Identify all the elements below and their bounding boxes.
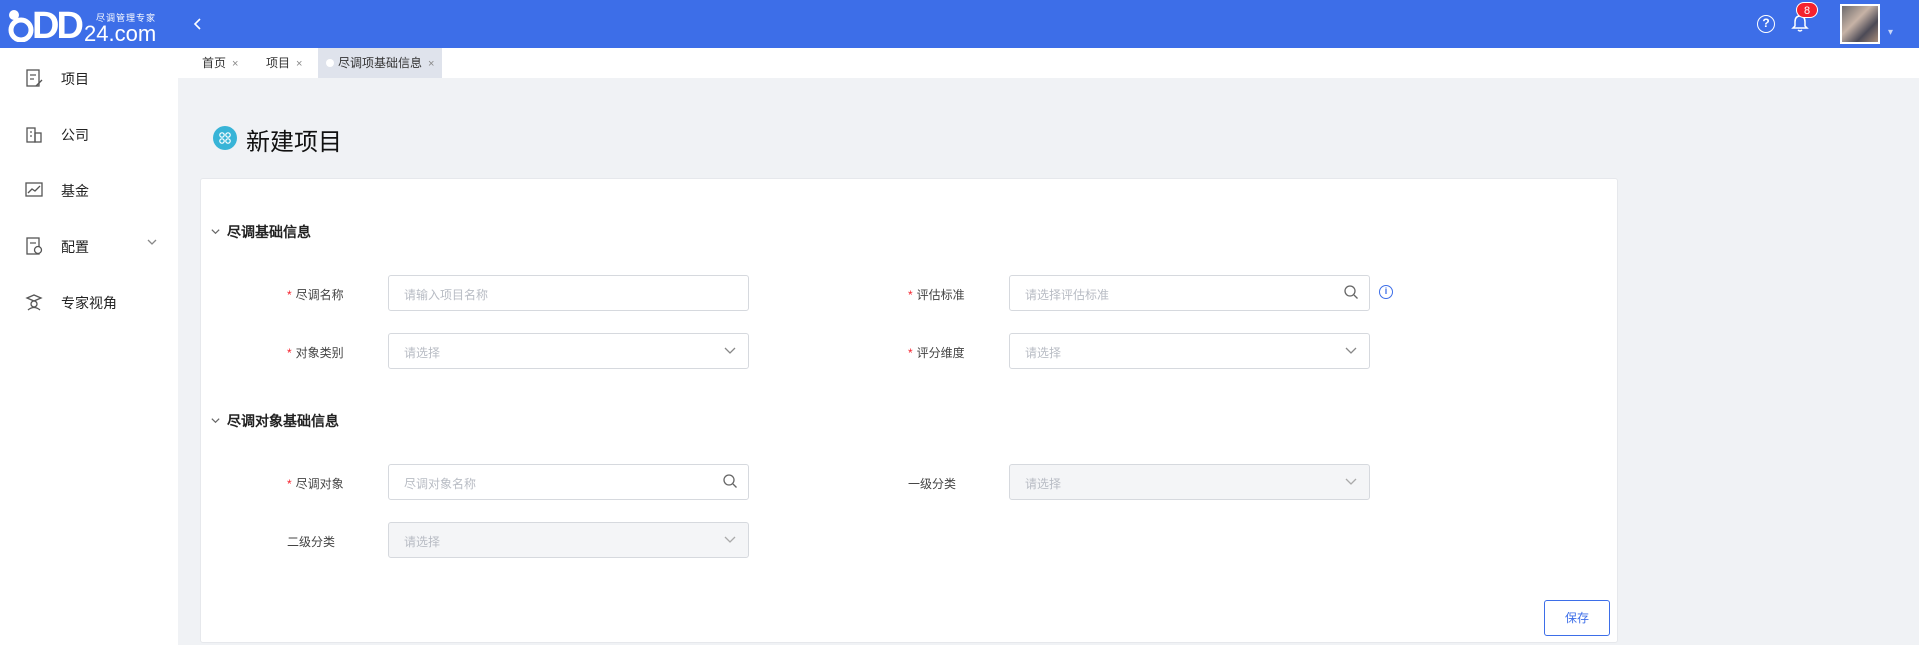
sidebar-item-label: 专家视角 (61, 295, 117, 311)
logo-domain: 24.com (84, 21, 157, 46)
placeholder: 请选择 (404, 346, 441, 360)
tab-project[interactable]: 项目 × (258, 48, 310, 78)
label-text: 一级分类 (908, 477, 957, 491)
chevron-left-icon (193, 18, 201, 30)
section-basic-header[interactable]: 尽调基础信息 (210, 222, 311, 242)
search-icon[interactable] (722, 473, 738, 489)
label-text: 评分维度 (916, 346, 965, 360)
section-target-header[interactable]: 尽调对象基础信息 (210, 411, 339, 431)
sidebar-item-config[interactable]: 配置 (0, 226, 178, 266)
project-doc-icon (26, 69, 43, 87)
sidebar-item-label: 基金 (61, 183, 89, 199)
placeholder: 请选择 (1025, 346, 1062, 360)
section-title: 尽调对象基础信息 (227, 413, 339, 429)
notification-badge: 8 (1796, 2, 1818, 18)
required-marker: * (287, 477, 292, 491)
chart-line-icon (25, 182, 43, 197)
chevron-down-icon (724, 536, 736, 543)
chevron-down-icon (210, 226, 221, 240)
level2-label: 二级分类 (287, 533, 335, 550)
tab-bar: 首页 × 项目 × 尽调项基础信息 × (178, 48, 1919, 78)
level2-select[interactable]: 请选择 (388, 522, 749, 558)
logo-mark: DD (32, 5, 84, 47)
config-icon (26, 237, 43, 255)
top-header: DD 尽调管理专家 24.com ? 8 ▾ (0, 0, 1919, 48)
label-text: 评估标准 (916, 288, 965, 302)
chevron-down-icon (210, 415, 221, 429)
close-icon[interactable]: × (296, 58, 302, 70)
active-dot-icon (326, 59, 334, 67)
required-marker: * (908, 346, 913, 360)
target-search-input[interactable]: 尽调对象名称 (388, 464, 749, 500)
chevron-down-icon[interactable]: ▾ (1888, 27, 1893, 38)
tab-home[interactable]: 首页 × (194, 48, 246, 78)
tab-label: 尽调项基础信息 (338, 56, 423, 70)
expert-icon (25, 294, 43, 311)
level1-select[interactable]: 请选择 (1009, 464, 1370, 500)
sidebar-item-expert[interactable]: 专家视角 (0, 282, 178, 322)
category-label: * 对象类别 (287, 344, 344, 361)
sidebar-item-label: 公司 (61, 127, 89, 143)
required-marker: * (287, 288, 292, 302)
name-label: * 尽调名称 (287, 286, 344, 303)
chevron-down-icon (146, 236, 158, 251)
target-label: * 尽调对象 (287, 475, 344, 492)
grid-badge-icon (213, 126, 237, 150)
section-title: 尽调基础信息 (227, 224, 311, 240)
required-marker: * (908, 288, 913, 302)
sidebar-item-project[interactable]: 项目 (0, 58, 178, 98)
building-icon (26, 127, 42, 143)
dimension-label: * 评分维度 (908, 344, 965, 361)
avatar[interactable] (1840, 4, 1880, 44)
sidebar: 项目 公司 基金 配置 专家视角 (0, 48, 178, 645)
level1-label: 一级分类 (908, 475, 956, 492)
standard-search-input[interactable]: 请选择评估标准 (1009, 275, 1370, 311)
logo[interactable]: DD 尽调管理专家 24.com (6, 4, 157, 47)
sidebar-item-label: 配置 (61, 239, 89, 255)
placeholder: 请输入项目名称 (404, 288, 489, 302)
category-select[interactable]: 请选择 (388, 333, 749, 369)
placeholder: 请选择 (1025, 477, 1062, 491)
form-card (200, 178, 1618, 643)
label-text: 尽调名称 (295, 288, 344, 302)
page-title: 新建项目 (246, 129, 342, 156)
collapse-sidebar-button[interactable] (186, 12, 210, 36)
standard-label: * 评估标准 (908, 286, 965, 303)
close-icon[interactable]: × (428, 58, 434, 70)
chevron-down-icon (1345, 478, 1357, 485)
tab-basic-info[interactable]: 尽调项基础信息 × (318, 48, 443, 78)
info-icon[interactable]: i (1379, 285, 1393, 299)
label-text: 二级分类 (287, 535, 336, 549)
search-icon[interactable] (1343, 284, 1359, 300)
tab-label: 项目 (266, 56, 291, 70)
label-text: 尽调对象 (295, 477, 344, 491)
placeholder: 请选择 (404, 535, 441, 549)
placeholder: 请选择评估标准 (1025, 288, 1110, 302)
chevron-down-icon (724, 347, 736, 354)
sidebar-item-label: 项目 (61, 71, 89, 87)
required-marker: * (287, 346, 292, 360)
label-text: 对象类别 (295, 346, 344, 360)
dimension-select[interactable]: 请选择 (1009, 333, 1370, 369)
tab-label: 首页 (202, 56, 227, 70)
close-icon[interactable]: × (232, 58, 238, 70)
help-button[interactable]: ? (1757, 15, 1775, 33)
placeholder: 尽调对象名称 (404, 477, 477, 491)
chevron-down-icon (1345, 347, 1357, 354)
project-name-input[interactable]: 请输入项目名称 (388, 275, 749, 311)
sidebar-item-company[interactable]: 公司 (0, 114, 178, 154)
sidebar-item-fund[interactable]: 基金 (0, 170, 178, 210)
save-button[interactable]: 保存 (1544, 600, 1610, 636)
